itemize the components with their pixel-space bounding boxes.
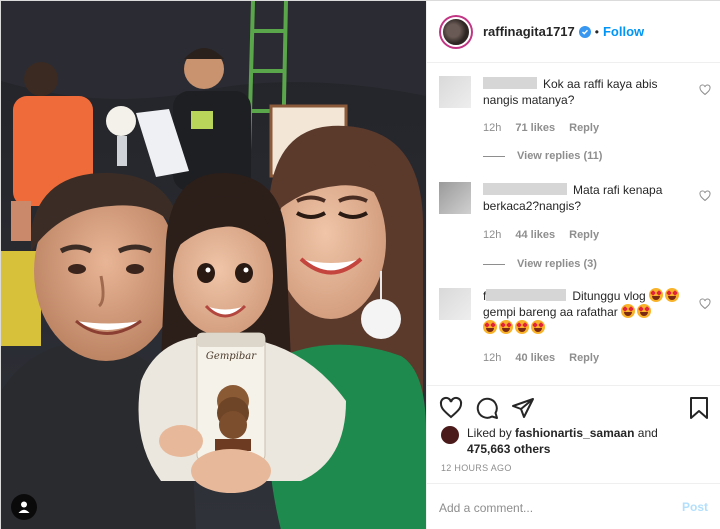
post-timestamp[interactable]: 12 HOURS AGO	[441, 463, 512, 473]
star-eyes-emoji-icon	[483, 320, 497, 334]
replies-divider-line	[483, 155, 505, 157]
comment-text-line: gempi bareng aa rafathar	[483, 305, 618, 319]
star-eyes-emoji-icon	[649, 288, 664, 302]
share-icon[interactable]	[511, 396, 535, 420]
comment-like-heart-icon[interactable]	[699, 84, 711, 96]
star-eyes-emoji-icon	[665, 288, 680, 302]
comment-time: 12h	[483, 352, 502, 364]
comment-text: Kok aa raffi kaya abis nangis matanya?	[483, 76, 683, 108]
author-avatar[interactable]	[439, 14, 473, 49]
star-eyes-emoji-icon	[499, 320, 513, 334]
view-replies-label: View replies (11)	[517, 150, 603, 162]
likes-count-link[interactable]: 475,663 others	[467, 442, 550, 456]
bookmark-icon[interactable]	[687, 396, 711, 420]
reply-button[interactable]: Reply	[569, 229, 599, 241]
header-separator: •	[594, 24, 599, 39]
star-eyes-emoji-icon	[515, 320, 529, 334]
commenter-username-redacted	[483, 77, 537, 89]
view-replies-label: View replies (3)	[517, 258, 597, 270]
commenter-avatar[interactable]	[439, 76, 471, 108]
comment-time: 12h	[483, 229, 502, 241]
liked-by-text: Liked by fashionartis_samaan and 475,663…	[467, 425, 707, 457]
star-eyes-emoji-icon	[531, 320, 545, 334]
comment-text-line: Ditunggu vlog	[572, 289, 646, 303]
comment-meta: 12h 71 likes Reply	[483, 122, 599, 134]
instagram-post-modal: Gempibar raffinagita1717 • Follow Kok aa	[0, 0, 720, 529]
comment-text-line: Kok aa raffi kaya abis	[543, 77, 658, 91]
commenter-username-redacted	[486, 289, 567, 301]
comment-text-line: berkaca2?nangis?	[483, 199, 582, 213]
add-comment-bar: Post	[427, 483, 720, 529]
comment-meta: 12h 44 likes Reply	[483, 229, 599, 241]
heart-icon[interactable]	[439, 396, 463, 420]
comment-like-heart-icon[interactable]	[699, 190, 711, 202]
liked-by-prefix: Liked by	[467, 426, 512, 440]
star-eyes-emoji-icon	[637, 304, 652, 318]
comment-likes-count[interactable]: 44 likes	[515, 229, 555, 241]
comment-time: 12h	[483, 122, 502, 134]
comment-likes-count[interactable]: 71 likes	[515, 122, 555, 134]
post-header: raffinagita1717 • Follow	[427, 1, 720, 63]
post-photo[interactable]: Gempibar	[1, 1, 426, 529]
user-tag-icon[interactable]	[11, 494, 37, 520]
liked-by-conj: and	[637, 426, 658, 440]
post-side-panel: raffinagita1717 • Follow Kok aa raffi ka…	[426, 1, 720, 529]
replies-divider-line	[483, 263, 505, 265]
reply-button[interactable]: Reply	[569, 122, 599, 134]
user-silhouette-icon	[18, 501, 30, 513]
verified-badge-icon	[578, 25, 591, 38]
comment-input[interactable]	[439, 498, 659, 518]
post-comment-button[interactable]: Post	[682, 500, 708, 514]
comments-list[interactable]: Kok aa raffi kaya abis nangis matanya? 1…	[427, 64, 720, 384]
commenter-username-redacted	[483, 183, 567, 195]
comment-text-line: nangis matanya?	[483, 93, 575, 107]
follow-button[interactable]: Follow	[603, 24, 644, 39]
liker-username[interactable]: fashionartis_samaan	[515, 426, 634, 440]
view-replies-button[interactable]: View replies (11)	[483, 150, 602, 162]
product-label: Gempibar	[205, 351, 257, 362]
commenter-avatar[interactable]	[439, 288, 471, 320]
comment-text: Mata rafi kenapa berkaca2?nangis?	[483, 182, 683, 214]
comment-like-heart-icon[interactable]	[699, 298, 711, 310]
selfie-illustration	[1, 1, 426, 529]
author-username[interactable]: raffinagita1717	[483, 24, 575, 39]
comment-likes-count[interactable]: 40 likes	[515, 352, 555, 364]
comment-meta: 12h 40 likes Reply	[483, 352, 599, 364]
commenter-avatar[interactable]	[439, 182, 471, 214]
view-replies-button[interactable]: View replies (3)	[483, 258, 597, 270]
comment-text: f Ditunggu vlog gempi bareng aa rafathar	[483, 288, 683, 336]
comment-text-line: Mata rafi kenapa	[573, 183, 663, 197]
liker-avatar[interactable]	[441, 426, 459, 444]
comment-icon[interactable]	[475, 396, 499, 420]
action-bar	[427, 385, 720, 425]
reply-button[interactable]: Reply	[569, 352, 599, 364]
star-eyes-emoji-icon	[621, 304, 636, 318]
